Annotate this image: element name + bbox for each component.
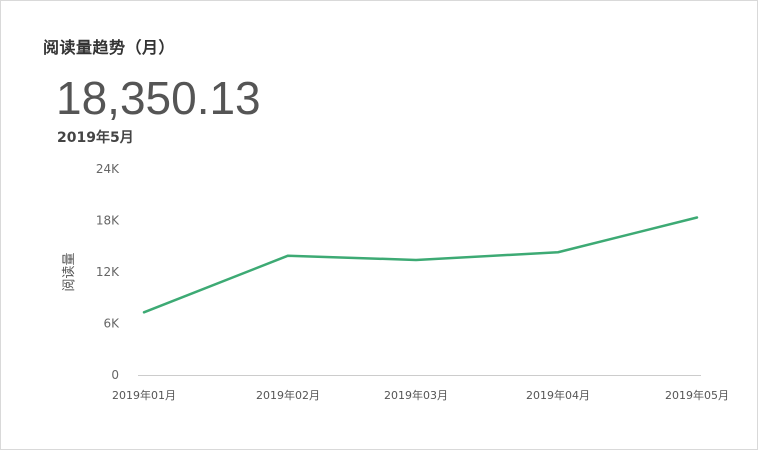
line-chart: 06K12K18K24K 2019年01月 2019年02月 2019年03月 201…: [62, 162, 729, 402]
x-tick-label: 2019年01月: [112, 388, 176, 402]
y-tick-label: 6K: [103, 317, 120, 331]
y-axis-ticks: 0 6K 12K 18K 24K: [96, 162, 120, 382]
y-tick-label: 18K: [96, 214, 120, 228]
series-group: [142, 216, 699, 314]
x-tick-label: 2019年05月: [665, 388, 729, 402]
chart-card: 阅读量趋势（月） 18,350.13 2019年5月 0 6K 12K 18K 24K …: [0, 0, 758, 450]
x-tick-label: 2019年03月: [384, 388, 448, 402]
series-line: [142, 216, 699, 314]
x-tick-label: 2019年02月: [256, 388, 320, 402]
x-axis-ticks: 2019年01月 2019年02月 2019年03月 2019年04月 2019年05月: [112, 388, 729, 402]
x-tick-label: 2019年04月: [526, 388, 590, 402]
y-tick-label: 12K: [96, 265, 120, 279]
y-tick-label: 0: [111, 368, 119, 382]
y-tick-label: 24K: [96, 162, 120, 176]
y-axis-title: 阅读量: [62, 252, 77, 291]
y-axis-title-group: 阅读量: [62, 252, 77, 291]
